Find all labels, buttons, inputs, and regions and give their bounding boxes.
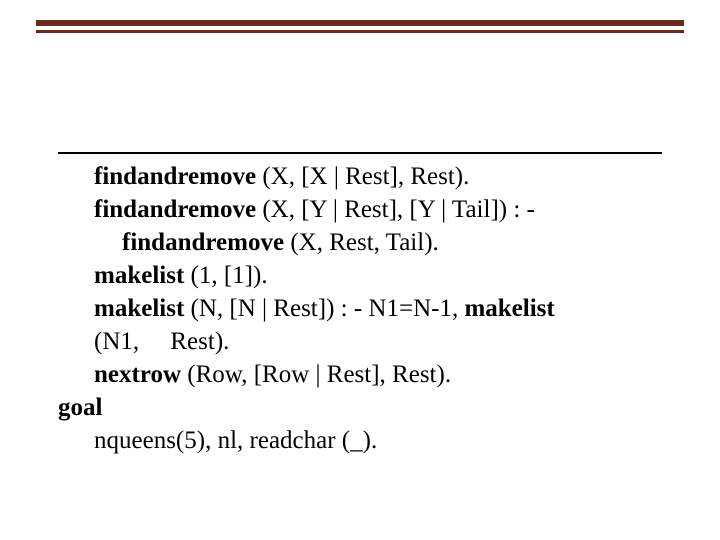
code-text: (X, [X | Rest], Rest). (256, 163, 469, 190)
code-line: makelist (1, [1]). (58, 259, 662, 292)
code-line: nextrow (Row, [Row | Rest], Rest). (58, 358, 662, 391)
keyword: makelist (94, 262, 184, 289)
keyword: makelist (464, 295, 554, 322)
code-line: (N1, Rest). (58, 325, 662, 358)
code-text: (X, [Y | Rest], [Y | Tail]) : - (256, 196, 535, 223)
keyword: findandremove (94, 163, 256, 190)
keyword: nextrow (94, 361, 181, 388)
code-text: (X, Rest, Tail). (284, 229, 439, 256)
keyword: findandremove (122, 229, 284, 256)
header-rule-thick (36, 20, 684, 26)
code-line: nqueens(5), nl, readchar (_). (58, 424, 662, 457)
code-text: nqueens(5), nl, readchar (_). (94, 427, 377, 454)
code-text: (Row, [Row | Rest], Rest). (181, 361, 451, 388)
keyword: makelist (94, 295, 184, 322)
header-rule (36, 20, 684, 40)
keyword: findandremove (94, 196, 256, 223)
code-line: findandremove (X, [Y | Rest], [Y | Tail]… (58, 193, 662, 226)
code-text: (N, [N | Rest]) : - N1=N-1, (184, 295, 464, 322)
code-text: (1, [1]). (184, 262, 267, 289)
code-line: findandremove (X, [X | Rest], Rest). (58, 160, 662, 193)
code-line: goal (58, 391, 662, 424)
keyword: goal (58, 394, 102, 421)
code-listing: findandremove (X, [X | Rest], Rest). fin… (58, 160, 662, 457)
code-line: findandremove (X, Rest, Tail). (58, 226, 662, 259)
code-text: (N1, Rest). (94, 328, 229, 355)
code-line: makelist (N, [N | Rest]) : - N1=N-1, mak… (58, 292, 662, 325)
content-top-rule (58, 152, 662, 154)
header-rule-thin (36, 30, 684, 33)
